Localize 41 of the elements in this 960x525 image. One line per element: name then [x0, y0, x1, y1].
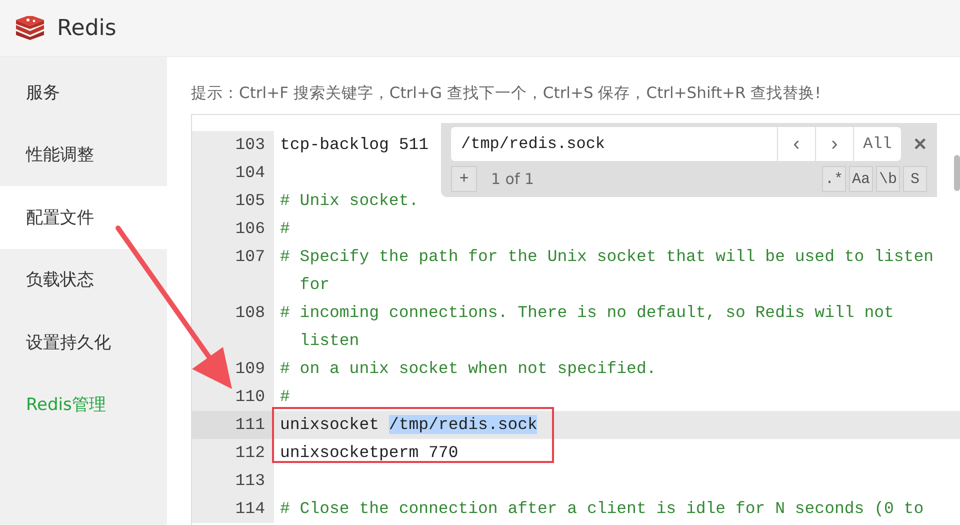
- search-option-toggle[interactable]: Aa: [848, 166, 873, 192]
- match-count: 1 of 1: [491, 170, 534, 188]
- search-option-toggle[interactable]: .*: [822, 166, 846, 192]
- line-number: 113: [192, 467, 274, 495]
- line-number: 106: [192, 215, 274, 243]
- sidebar-item[interactable]: 服务: [0, 61, 167, 124]
- stacked-cubes-icon: [15, 16, 45, 40]
- code-comment: # incoming connections. There is no default, so Redis will not listen: [279, 302, 895, 352]
- line-number: 108: [192, 299, 274, 355]
- line-number: 103: [192, 131, 274, 159]
- next-button[interactable]: ›: [815, 127, 853, 161]
- scrollbar-thumb[interactable]: [954, 155, 960, 191]
- close-button[interactable]: ✕: [909, 134, 931, 154]
- line-number: 112: [192, 439, 274, 467]
- expand-button[interactable]: +: [451, 166, 477, 192]
- search-field[interactable]: /tmp/redis.sock: [451, 127, 777, 161]
- code-line: unixsocket /tmp/redis.sock: [279, 414, 538, 436]
- code-line: unixsocketperm 770: [279, 442, 458, 464]
- search-option-toggle[interactable]: S: [903, 166, 927, 192]
- code-line: tcp-backlog 511: [279, 134, 429, 156]
- app-title: Redis: [57, 16, 116, 40]
- line-number: 104: [192, 159, 274, 187]
- code-comment: # on a unix socket when not specified.: [279, 358, 656, 380]
- code-comment: # Close the connection after a client is idle for N seconds (0 to: [279, 498, 924, 520]
- sidebar-item[interactable]: 负载状态: [0, 248, 167, 311]
- find-all-button[interactable]: All: [853, 127, 901, 161]
- line-number: 110: [192, 383, 274, 411]
- code-comment: #: [279, 386, 291, 408]
- line-number: 107: [192, 243, 274, 299]
- sidebar-item[interactable]: 性能调整: [0, 124, 167, 186]
- hint-text: 提示：Ctrl+F 搜索关键字，Ctrl+G 查找下一个，Ctrl+S 保存，Ctrl+Shift+R 查找替换!: [191, 83, 822, 104]
- code-comment: #: [279, 218, 291, 240]
- line-number: 114: [192, 495, 274, 523]
- code-comment: # Unix socket.: [279, 190, 419, 212]
- line-number: 105: [192, 187, 274, 215]
- search-option-toggle[interactable]: \b: [876, 166, 900, 192]
- previous-button[interactable]: ‹: [777, 127, 815, 161]
- sidebar-item[interactable]: 设置持久化: [0, 311, 167, 374]
- sidebar-item[interactable]: 配置文件: [0, 186, 167, 248]
- line-number: 111: [192, 411, 274, 439]
- code-comment: # Specify the path for the Unix socket that will be used to listen for: [279, 246, 935, 296]
